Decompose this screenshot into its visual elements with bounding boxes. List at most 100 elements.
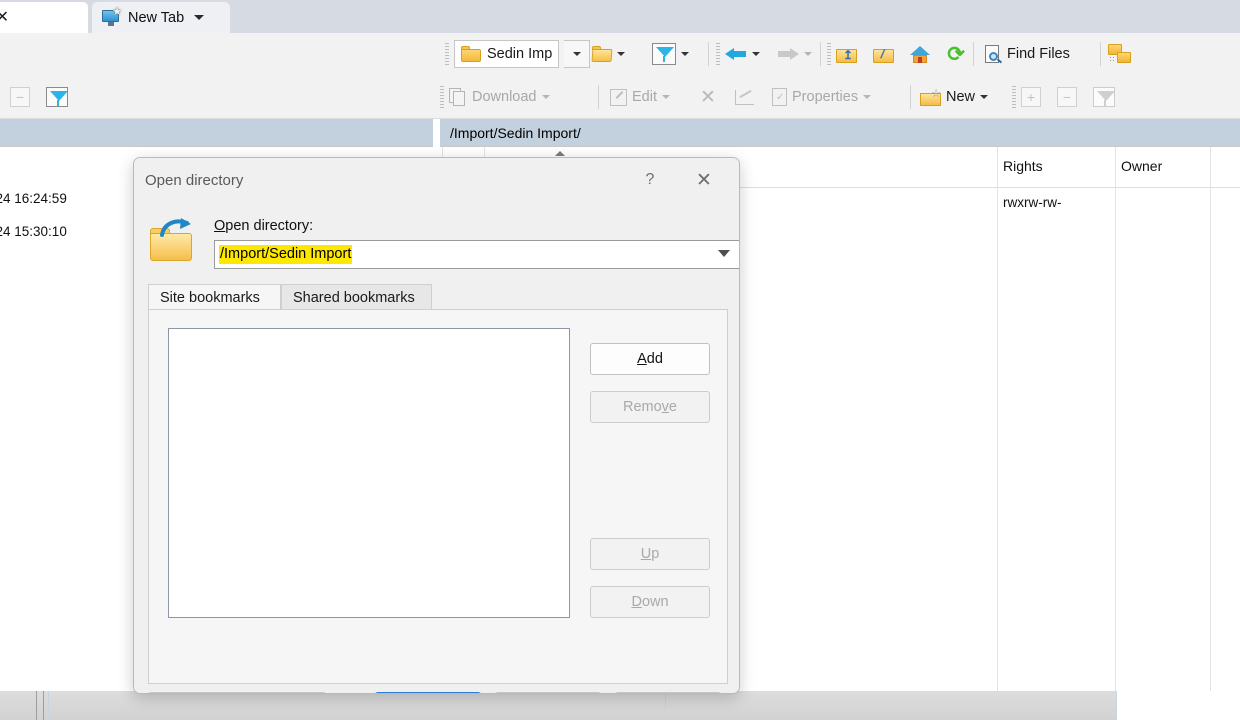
download-dropdown-icon — [541, 95, 550, 99]
label-rest: pen directory: — [225, 218, 314, 234]
column-header-rights[interactable]: Rights — [1003, 158, 1043, 174]
toolbar-grip[interactable] — [440, 86, 444, 108]
filter-button[interactable] — [652, 39, 689, 69]
location-profiles-button[interactable]: Location Profiles... — [147, 692, 327, 693]
open-directory-dialog: Open directory ? ✕ Open directory: /Impo… — [133, 157, 740, 694]
find-files-button[interactable]: Find Files — [984, 39, 1070, 69]
back-button[interactable] — [716, 39, 760, 69]
properties-icon — [772, 88, 787, 106]
path-bar-text: /Import/Sedin Import/ — [450, 124, 581, 141]
open-folder-dropdown-icon[interactable] — [617, 52, 625, 56]
tab-site[interactable]: s.com ✕ — [0, 2, 88, 33]
rename-icon — [735, 89, 754, 105]
new-label: New — [946, 89, 976, 105]
label-accelerator: O — [214, 218, 226, 234]
up-directory-icon[interactable]: ↥ — [836, 46, 857, 63]
minus-icon: − — [10, 87, 30, 107]
dialog-footer: Location Profiles... OK Cancel Help — [134, 692, 739, 693]
back-dropdown-icon[interactable] — [752, 52, 760, 56]
delete-x-icon: ✕ — [700, 86, 716, 108]
arrow-left-icon — [725, 47, 747, 61]
button-label-rest: e — [668, 399, 677, 415]
tab-site-bookmarks[interactable]: Site bookmarks — [148, 284, 281, 310]
button-label-rest: p — [651, 546, 660, 562]
app-window: s.com ✕ ★ New Tab Sedin Imp — [0, 0, 1240, 720]
new-dropdown-icon[interactable] — [980, 95, 989, 99]
toolbar-grip[interactable] — [827, 43, 831, 65]
bottom-status-band — [0, 691, 1240, 720]
button-accelerator: D — [631, 594, 642, 610]
edit-icon — [610, 88, 627, 106]
tab-close-icon[interactable]: ✕ — [0, 9, 9, 26]
open-directory-row: Open directory: /Import/Sedin Import — [148, 207, 739, 275]
chevron-down-icon[interactable] — [194, 15, 205, 20]
button-accelerator: U — [640, 546, 652, 562]
new-button[interactable]: ☆ New — [920, 82, 989, 112]
add-bookmark-button[interactable]: Add — [590, 343, 710, 375]
tab-shared-bookmarks[interactable]: Shared bookmarks — [281, 284, 432, 310]
minus-icon: − — [1057, 87, 1077, 107]
properties-dropdown-icon — [863, 95, 872, 99]
left-pane-path-fill — [0, 119, 433, 146]
secondary-toolbar: − Download Edit ✕ Properties — [0, 76, 1240, 119]
cancel-button[interactable]: Cancel — [494, 692, 602, 693]
path-bar[interactable]: /Import/Sedin Import/ — [440, 119, 1240, 146]
close-icon[interactable]: ✕ — [685, 165, 723, 195]
ok-button[interactable]: OK — [374, 692, 482, 693]
synchronize-browsing-button[interactable] — [1108, 39, 1132, 69]
delete-button: ✕ — [700, 82, 716, 112]
tab-shared-bookmarks-label: Shared bookmarks — [293, 289, 415, 306]
tab-new-tab[interactable]: ★ New Tab — [92, 2, 230, 33]
button-label-rest: own — [641, 594, 669, 610]
root-directory-icon[interactable]: / — [873, 46, 894, 63]
toolbar-grip[interactable] — [716, 43, 720, 65]
left-pane-cell: 024 15:30:10 — [0, 224, 67, 239]
remove-bookmark-button: Remo v e — [590, 391, 710, 423]
bookmarks-tab-strip: Site bookmarks Shared bookmarks — [148, 284, 728, 310]
site-combo[interactable]: Sedin Imp — [454, 40, 560, 68]
button-accelerator: A — [637, 351, 647, 367]
filter-dropdown-icon[interactable] — [681, 52, 689, 56]
left-filter-button[interactable] — [46, 82, 68, 112]
navigation-group: ↥ / ⟳ — [827, 39, 966, 69]
arrow-right-icon — [777, 47, 799, 61]
column-header-owner[interactable]: Owner — [1121, 158, 1162, 174]
directory-combo[interactable]: /Import/Sedin Import — [214, 240, 739, 269]
chevron-down-icon[interactable] — [718, 250, 730, 257]
edit-label: Edit — [632, 89, 657, 105]
directory-input-value[interactable]: /Import/Sedin Import — [219, 245, 353, 264]
bookmarks-list[interactable] — [168, 328, 570, 618]
left-minus-button: − — [10, 82, 30, 112]
tab-new-tab-label: New Tab — [128, 9, 185, 26]
button-accelerator: v — [661, 399, 669, 415]
plus-icon: + — [1021, 87, 1041, 107]
find-files-icon — [984, 44, 1003, 64]
properties-label: Properties — [792, 89, 859, 105]
edit-dropdown-icon — [662, 95, 670, 99]
open-directory-icon — [148, 218, 200, 263]
toolbar-grip[interactable] — [1012, 86, 1016, 108]
left-pane-cell: 024 16:24:59 — [0, 191, 67, 206]
filter-funnel-icon — [46, 87, 68, 107]
forward-dropdown-icon — [804, 52, 812, 56]
move-down-button: Down — [590, 586, 710, 618]
open-folder-button[interactable] — [591, 39, 625, 69]
home-icon[interactable] — [910, 45, 930, 63]
dialog-title-bar[interactable]: Open directory ? ✕ — [134, 158, 739, 202]
download-icon — [449, 88, 467, 106]
help-icon[interactable]: ? — [633, 165, 667, 195]
button-label-rest: dd — [646, 351, 663, 367]
tab-site-bookmarks-label: Site bookmarks — [160, 289, 260, 306]
find-files-label: Find Files — [1007, 46, 1070, 62]
queue-controls-group: + − — [1012, 82, 1115, 112]
main-toolbar: Sedin Imp ↥ / ⟳ Find Files — [0, 33, 1240, 95]
site-combo-dropdown[interactable] — [564, 40, 591, 68]
forward-button — [777, 39, 812, 69]
folder-icon — [461, 46, 481, 62]
browser-tab-bar: s.com ✕ ★ New Tab — [0, 0, 1240, 34]
help-button[interactable]: Help — [614, 692, 722, 693]
toolbar-grip[interactable] — [445, 43, 449, 65]
refresh-icon[interactable]: ⟳ — [946, 44, 966, 65]
bookmarks-panel: Add Remo v e Up Down — [148, 309, 728, 684]
site-combo-group[interactable]: Sedin Imp — [445, 39, 591, 69]
